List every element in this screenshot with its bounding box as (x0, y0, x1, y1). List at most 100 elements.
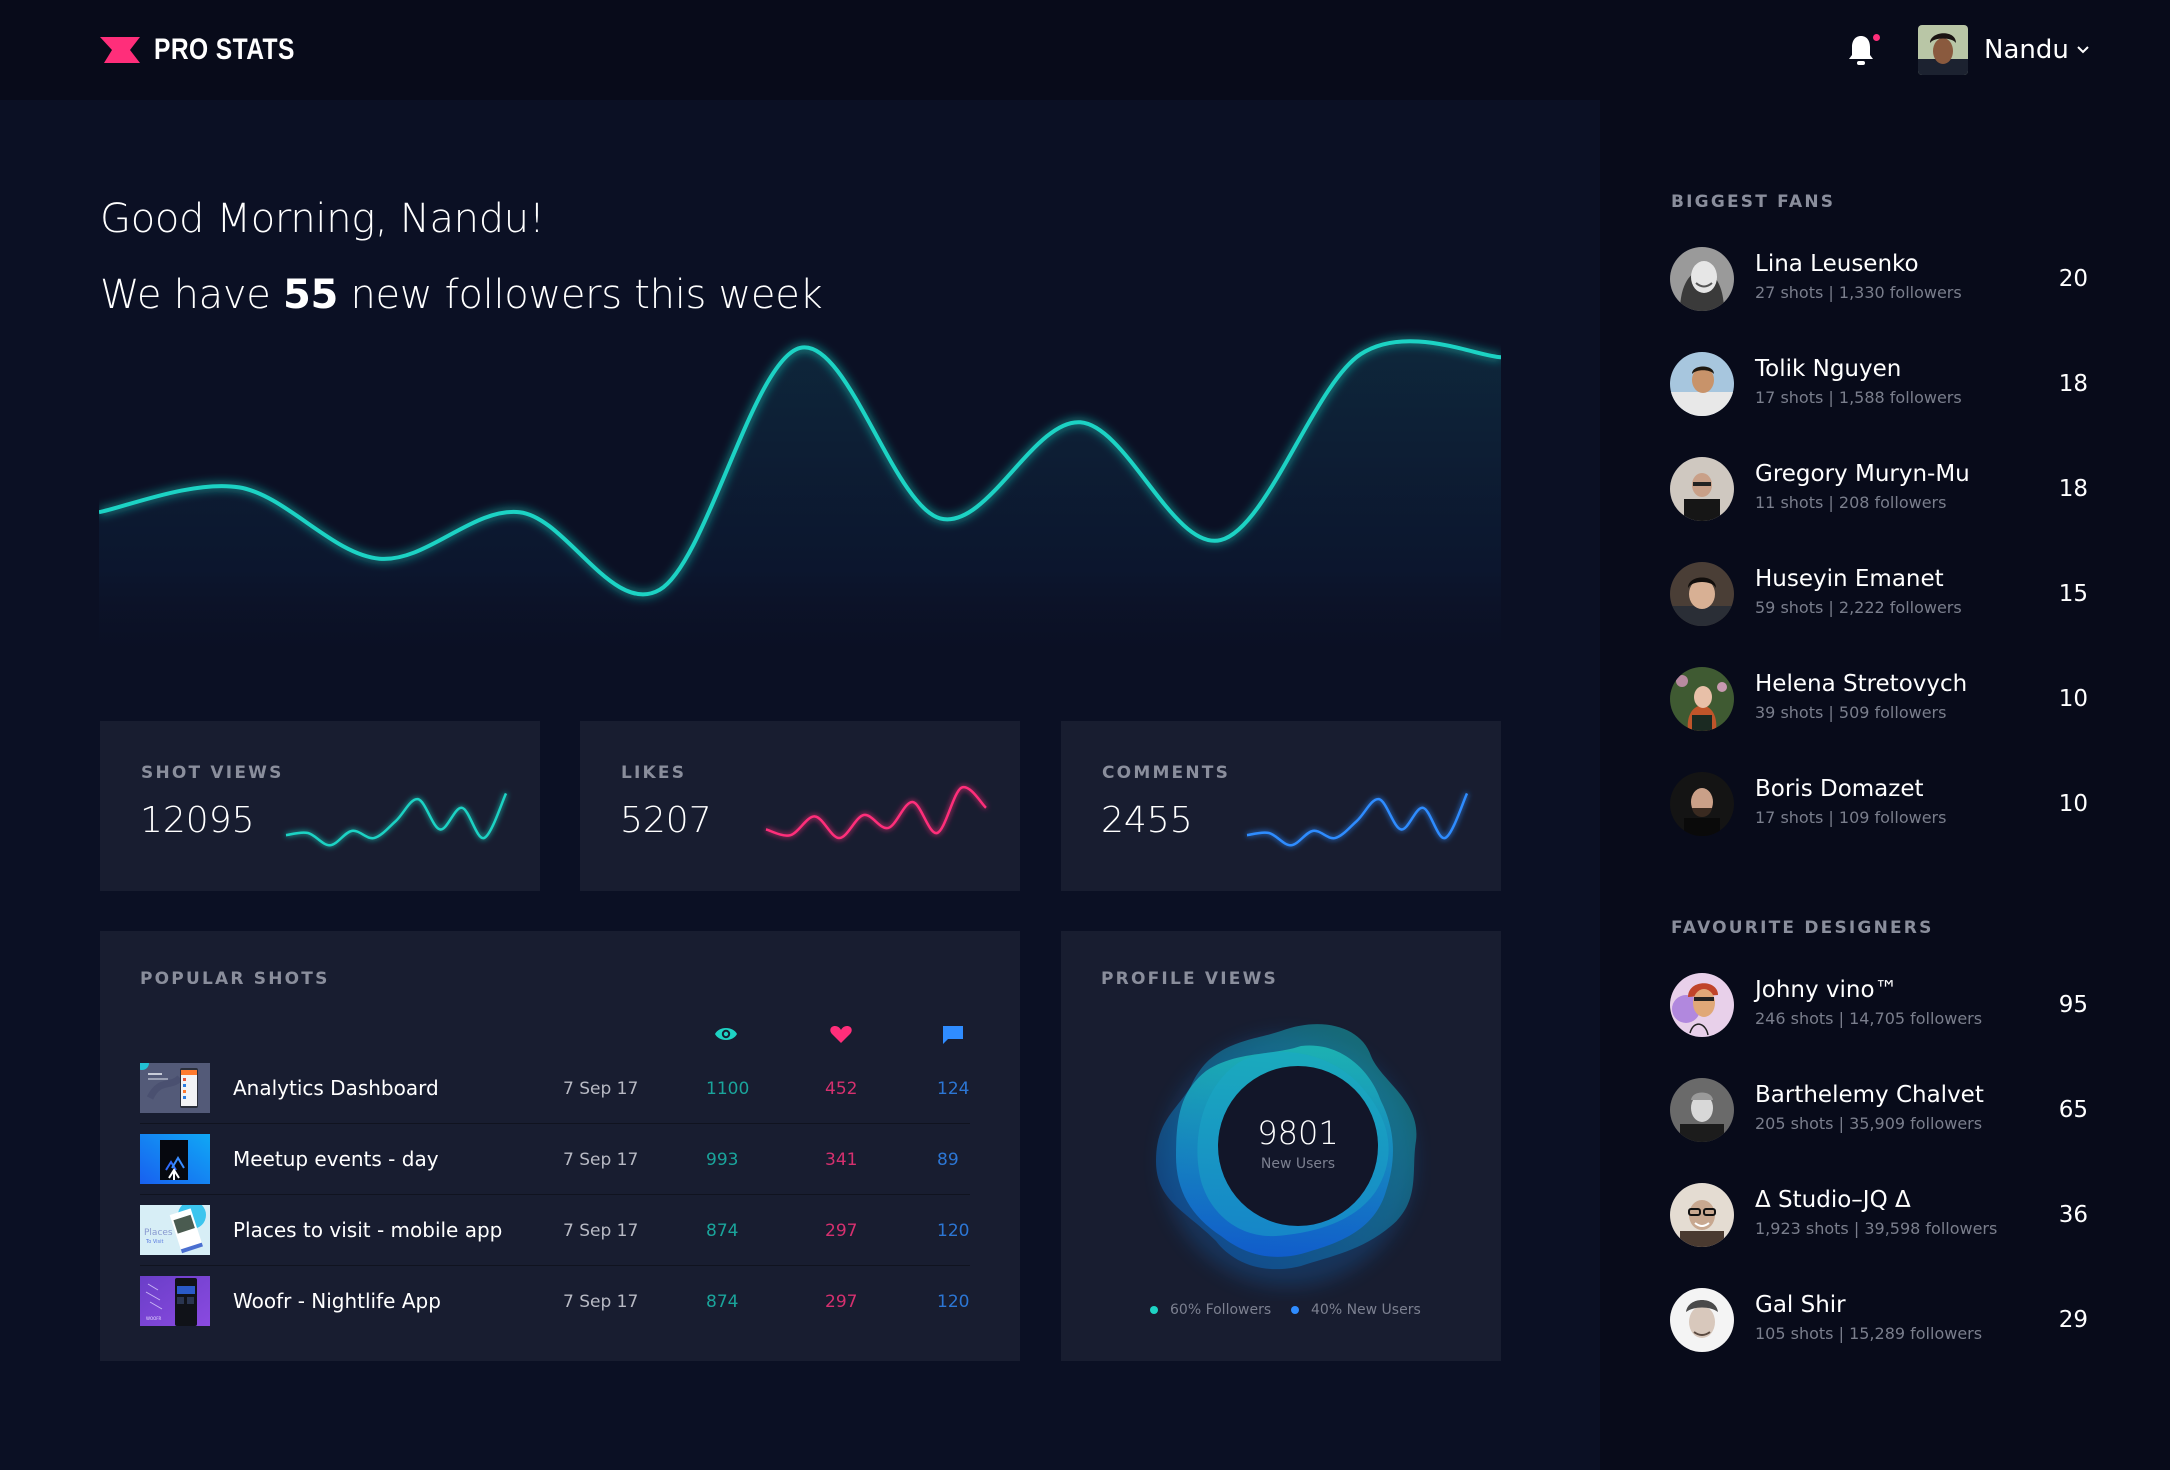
avatar (1670, 1183, 1734, 1247)
user-name[interactable]: Nandu (1984, 33, 2069, 67)
fan-meta: 39 shots | 509 followers (1755, 703, 1947, 722)
notification-bell-icon[interactable] (1846, 34, 1876, 68)
stat-label: COMMENTS (1102, 763, 1231, 783)
user-avatar[interactable] (1918, 25, 1968, 75)
fan-item[interactable]: Huseyin Emanet 59 shots | 2,222 follower… (1670, 559, 2090, 629)
chart-area-fill (99, 341, 1501, 670)
thumb-text: WOOFR (146, 1316, 162, 1321)
thumb-text: Places (144, 1228, 173, 1238)
comment-icon[interactable] (941, 1023, 965, 1045)
stat-card-shot-views[interactable]: SHOT VIEWS 12095 (100, 721, 540, 891)
fan-item[interactable]: Lina Leusenko 27 shots | 1,330 followers… (1670, 244, 2090, 314)
chevron-down-icon[interactable] (2076, 44, 2090, 54)
fan-item[interactable]: Helena Stretovych 39 shots | 509 followe… (1670, 664, 2090, 734)
favourite-designers-heading: FAVOURITE DESIGNERS (1671, 918, 1934, 938)
fan-meta: 59 shots | 2,222 followers (1755, 598, 1962, 617)
designer-name: Δ Studio–JQ Δ (1755, 1187, 1911, 1213)
shot-date: 7 Sep 17 (563, 1292, 639, 1312)
stat-card-comments[interactable]: COMMENTS 2455 (1061, 721, 1501, 891)
avatar (1670, 1288, 1734, 1352)
designer-item[interactable]: Johny vino™ 246 shots | 14,705 followers… (1670, 970, 2090, 1040)
avatar (1670, 667, 1734, 731)
designer-meta: 105 shots | 15,289 followers (1755, 1324, 1983, 1343)
comments-sparkline (1246, 792, 1469, 847)
designer-name: Gal Shir (1755, 1292, 1846, 1318)
avatar (1670, 1078, 1734, 1142)
designer-item[interactable]: Δ Studio–JQ Δ 1,923 shots | 39,598 follo… (1670, 1180, 2090, 1250)
profile-views-sublabel: New Users (1260, 1156, 1336, 1172)
avatar (1670, 772, 1734, 836)
stat-value: 12095 (140, 800, 255, 841)
fan-meta: 17 shots | 109 followers (1755, 808, 1947, 827)
designer-meta: 1,923 shots | 39,598 followers (1755, 1219, 1998, 1238)
shot-date: 7 Sep 17 (563, 1079, 639, 1099)
brand-name: PRO STATS (154, 33, 295, 66)
designer-item[interactable]: Gal Shir 105 shots | 15,289 followers 29 (1670, 1285, 2090, 1355)
sparkline-path (765, 785, 987, 840)
legend-new-users: 40% New Users (1291, 1302, 1421, 1318)
fan-count: 18 (2058, 476, 2088, 502)
stat-label: SHOT VIEWS (141, 763, 284, 783)
notification-dot (1873, 34, 1880, 41)
shot-title[interactable]: Woofr - Nightlife App (233, 1288, 441, 1314)
fan-name: Boris Domazet (1755, 776, 1924, 802)
fan-item[interactable]: Boris Domazet 17 shots | 109 followers 1… (1670, 769, 2090, 839)
shot-comments: 89 (937, 1150, 959, 1170)
thumb-subtext: To Visit (145, 1239, 164, 1245)
fan-name: Helena Stretovych (1755, 671, 1968, 697)
shot-row[interactable]: Analytics Dashboard 7 Sep 17 1100 452 12… (140, 1053, 970, 1124)
legend-label: 40% New Users (1311, 1302, 1421, 1318)
fan-name: Gregory Muryn-Mu (1755, 461, 1970, 487)
shot-date: 7 Sep 17 (563, 1221, 639, 1241)
shot-comments: 120 (937, 1221, 970, 1241)
designer-meta: 205 shots | 35,909 followers (1755, 1114, 1983, 1133)
profile-views-panel: PROFILE VIEWS 9801 New Users 60% Followe… (1061, 931, 1501, 1361)
legend-dot (1150, 1306, 1158, 1314)
sparkline-path (1246, 792, 1469, 847)
shot-comments: 124 (937, 1079, 970, 1099)
heart-icon[interactable] (829, 1023, 853, 1045)
shot-title[interactable]: Analytics Dashboard (233, 1075, 439, 1101)
shot-thumbnail (140, 1063, 210, 1113)
fan-name: Huseyin Emanet (1755, 566, 1944, 592)
fan-name: Lina Leusenko (1755, 251, 1919, 277)
shot-thumbnail (140, 1134, 210, 1184)
shot-row[interactable]: WOOFR Woofr - Nightlife App 7 Sep 17 874… (140, 1266, 970, 1337)
fan-count: 18 (2058, 371, 2088, 397)
shot-title[interactable]: Meetup events - day (233, 1146, 439, 1172)
shot-row[interactable]: Places To Visit Places to visit - mobile… (140, 1195, 970, 1266)
shot-title[interactable]: Places to visit - mobile app (233, 1217, 502, 1243)
bow-logo-icon (100, 37, 140, 63)
shot-views: 993 (706, 1150, 739, 1170)
avatar (1670, 352, 1734, 416)
panel-title: POPULAR SHOTS (140, 969, 330, 989)
likes-sparkline (765, 785, 987, 840)
logo[interactable]: PRO STATS (100, 34, 326, 66)
fan-count: 15 (2058, 581, 2088, 607)
fan-item[interactable]: Gregory Muryn-Mu 11 shots | 208 follower… (1670, 454, 2090, 524)
designer-count: 29 (2058, 1307, 2088, 1333)
stat-card-likes[interactable]: LIKES 5207 (580, 721, 1020, 891)
followers-area-chart (99, 339, 1501, 670)
popular-shots-panel: POPULAR SHOTS Analytics Dashboard 7 Sep … (100, 931, 1020, 1361)
shot-views-sparkline (285, 792, 508, 847)
greeting-title: Good Morning, Nandu! (100, 196, 545, 242)
shot-row[interactable]: Meetup events - day 7 Sep 17 993 341 89 (140, 1124, 970, 1195)
avatar (1670, 562, 1734, 626)
avatar (1670, 247, 1734, 311)
eye-icon[interactable] (714, 1023, 738, 1045)
designer-item[interactable]: Barthelemy Chalvet 205 shots | 35,909 fo… (1670, 1075, 2090, 1145)
shot-views: 874 (706, 1292, 739, 1312)
shot-views: 1100 (706, 1079, 750, 1099)
fan-item[interactable]: Tolik Nguyen 17 shots | 1,588 followers … (1670, 349, 2090, 419)
shot-likes: 297 (825, 1221, 858, 1241)
panel-title: PROFILE VIEWS (1101, 969, 1278, 989)
legend-followers: 60% Followers (1150, 1302, 1271, 1318)
biggest-fans-heading: BIGGEST FANS (1671, 192, 1836, 212)
shot-likes: 341 (825, 1150, 858, 1170)
fan-count: 10 (2058, 791, 2088, 817)
fan-meta: 11 shots | 208 followers (1755, 493, 1947, 512)
fan-meta: 17 shots | 1,588 followers (1755, 388, 1962, 407)
shot-views: 874 (706, 1221, 739, 1241)
designer-meta: 246 shots | 14,705 followers (1755, 1009, 1983, 1028)
